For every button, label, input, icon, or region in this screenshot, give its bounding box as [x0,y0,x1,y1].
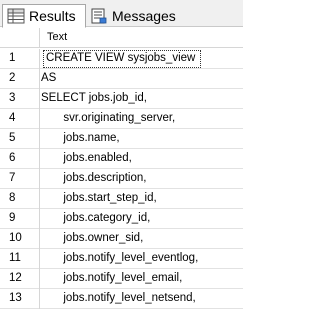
tab-results[interactable]: Results [2,4,86,28]
text-cell[interactable]: jobs.notify_level_email, [41,269,243,289]
table-row[interactable]: 12 jobs.notify_level_email, [0,269,243,289]
tab-messages-label: Messages [112,7,176,24]
text-cell[interactable]: AS [41,69,243,89]
table-row[interactable]: 5 jobs.name, [0,129,243,149]
table-row[interactable]: 10 jobs.owner_sid, [0,229,243,249]
row-number[interactable]: 9 [0,209,40,229]
row-number[interactable]: 8 [0,189,40,209]
text-cell[interactable]: jobs.notify_level_netsend, [41,289,243,309]
text-cell[interactable]: jobs.description, [41,169,243,189]
text-cell[interactable]: jobs.start_step_id, [41,189,243,209]
table-row[interactable]: 4 svr.originating_server, [0,109,243,129]
table-row[interactable]: 9 jobs.category_id, [0,209,243,229]
row-number[interactable]: 12 [0,269,40,289]
results-tab-bar: Results Messages [0,0,243,28]
row-number[interactable]: 2 [0,69,40,89]
text-cell[interactable]: jobs.enabled, [41,149,243,169]
grid-corner-cell[interactable] [0,28,40,48]
row-number[interactable]: 10 [0,229,40,249]
table-row[interactable]: 1 CREATE VIEW sysjobs_view [0,49,243,69]
row-number[interactable]: 3 [0,89,40,109]
row-number[interactable]: 5 [0,129,40,149]
tab-messages[interactable]: Messages [88,4,178,27]
text-cell[interactable]: jobs.notify_level_eventlog, [41,249,243,269]
row-number[interactable]: 1 [0,49,40,69]
results-grid[interactable]: Text 1 CREATE VIEW sysjobs_view 2 AS 3 SELECT… [0,28,243,311]
text-cell[interactable]: jobs.category_id, [41,209,243,229]
row-number[interactable]: 7 [0,169,40,189]
table-row[interactable]: 11 jobs.notify_level_eventlog, [0,249,243,269]
column-header-text[interactable]: Text [47,31,67,43]
text-cell[interactable]: jobs.owner_sid, [41,229,243,249]
table-row[interactable]: 6 jobs.enabled, [0,149,243,169]
results-grid-icon [7,8,25,24]
text-cell[interactable]: jobs.name, [41,129,243,149]
grid-header-row: Text [0,28,243,48]
table-row[interactable]: 3 SELECT jobs.job_id, [0,89,243,109]
tab-results-label: Results [29,8,76,24]
text-cell[interactable]: svr.originating_server, [41,109,243,129]
text-cell[interactable]: SELECT jobs.job_id, [41,89,243,109]
row-number[interactable]: 13 [0,289,40,309]
table-row[interactable]: 7 jobs.description, [0,169,243,189]
text-cell[interactable]: CREATE VIEW sysjobs_view [42,49,202,69]
messages-icon [90,8,108,24]
row-number[interactable]: 11 [0,249,40,269]
row-number[interactable]: 6 [0,149,40,169]
table-row[interactable]: 8 jobs.start_step_id, [0,189,243,209]
row-number[interactable]: 4 [0,109,40,129]
table-row[interactable]: 13 jobs.notify_level_netsend, [0,289,243,309]
table-row[interactable]: 2 AS [0,69,243,89]
